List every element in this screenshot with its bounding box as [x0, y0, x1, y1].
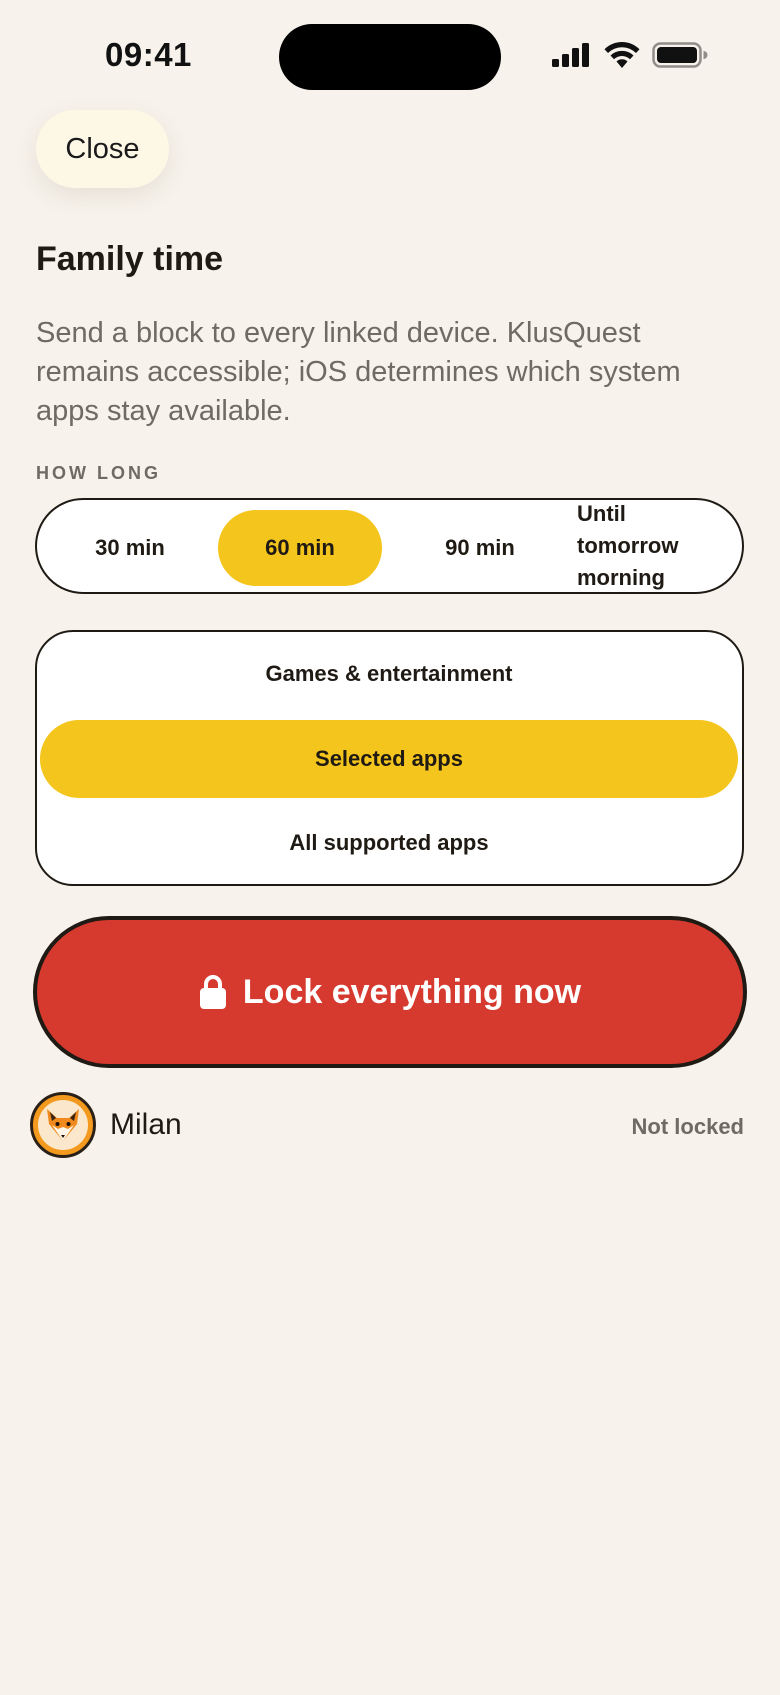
scope-option-all-apps[interactable]: All supported apps [40, 804, 738, 882]
duration-option-30-min[interactable]: 30 min [65, 510, 195, 586]
battery-icon [652, 42, 708, 68]
scope-option-selected-apps[interactable]: Selected apps [40, 720, 738, 798]
lock-button-label: Lock everything now [242, 972, 582, 1011]
avatar [30, 1092, 96, 1158]
child-name: Milan [110, 1108, 182, 1141]
scope-option-games[interactable]: Games & entertainment [40, 635, 738, 713]
lock-icon [199, 975, 226, 1009]
cellular-signal-icon [552, 43, 589, 67]
page-description: Send a block to every linked device. Klu… [36, 317, 681, 427]
lock-everything-button[interactable]: Lock everything now [33, 916, 747, 1068]
page-title: Family time [36, 240, 224, 278]
dynamic-island [279, 24, 501, 90]
wifi-icon [604, 42, 640, 68]
status-icons [552, 42, 708, 68]
status-bar: 09:41 [0, 0, 780, 112]
child-row[interactable]: Milan Not locked [30, 1092, 744, 1162]
child-lock-status: Not locked [631, 1114, 744, 1139]
duration-option-until-tomorrow[interactable]: Until tomorrow morning [577, 500, 737, 592]
close-button[interactable]: Close [36, 110, 169, 188]
status-time: 09:41 [105, 36, 192, 73]
fox-icon [47, 1109, 79, 1141]
duration-option-90-min[interactable]: 90 min [405, 510, 555, 586]
duration-selector: 30 min 60 min 90 min Until tomorrow morn… [35, 498, 744, 594]
duration-option-60-min[interactable]: 60 min [218, 510, 382, 586]
scope-selector: Games & entertainment Selected apps All … [35, 630, 744, 886]
duration-section-label: HOW LONG [36, 463, 161, 483]
